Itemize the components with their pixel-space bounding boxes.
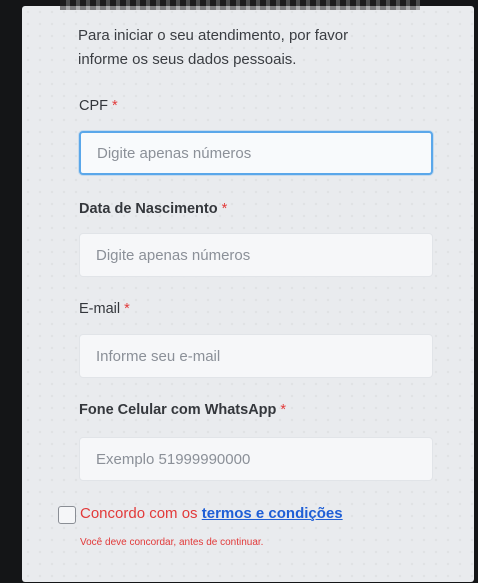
email-label: E-mail * [79, 301, 130, 317]
birthdate-label-text: Data de Nascimento [79, 201, 218, 217]
phone-input[interactable] [79, 437, 433, 481]
birthdate-input[interactable] [79, 233, 433, 277]
form-panel [22, 6, 474, 582]
required-marker: * [124, 301, 130, 317]
terms-text: Concordo com os [80, 505, 198, 522]
terms-agreement: Concordo com os termos e condições [80, 505, 343, 522]
top-edge-fragment [60, 0, 420, 10]
required-marker: * [112, 98, 118, 114]
cpf-label-text: CPF [79, 98, 108, 114]
intro-line-1: Para iniciar o seu atendimento, por favo… [78, 27, 349, 44]
terms-error-message: Você deve concordar, antes de continuar. [80, 537, 264, 548]
email-label-text: E-mail [79, 301, 121, 317]
phone-label: Fone Celular com WhatsApp * [79, 402, 286, 418]
required-marker: * [280, 402, 287, 418]
terms-link[interactable]: termos e condições [202, 505, 343, 522]
terms-checkbox[interactable] [58, 506, 76, 524]
intro-line-2: informe os seus dados pessoais. [78, 51, 297, 68]
required-marker: * [221, 201, 228, 217]
cpf-label: CPF * [79, 98, 118, 114]
screen-frame [0, 0, 478, 583]
phone-label-text: Fone Celular com WhatsApp [79, 402, 277, 418]
birthdate-label: Data de Nascimento * [79, 201, 227, 217]
email-input[interactable] [79, 334, 433, 378]
cpf-input[interactable] [79, 131, 433, 175]
intro-text: Para iniciar o seu atendimento, por favo… [78, 24, 448, 72]
